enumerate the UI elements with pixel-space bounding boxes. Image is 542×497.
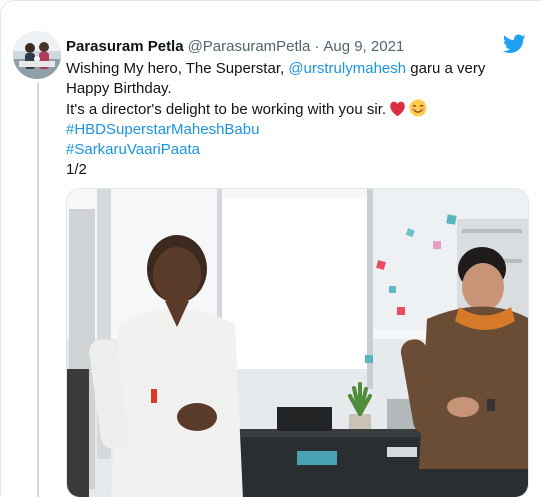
header-separator: · (314, 37, 320, 55)
tweet-date[interactable]: Aug 9, 2021 (323, 38, 404, 55)
hashtag-link-1[interactable]: #HBDSuperstarMaheshBabu (66, 120, 526, 140)
tweet-card[interactable]: Parasuram Petla @ParasuramPetla · Aug 9,… (0, 0, 542, 497)
author-display-name[interactable]: Parasuram Petla (66, 38, 184, 55)
author-handle[interactable]: @ParasuramPetla (188, 38, 311, 55)
tweet-line-3-text: It's a director's delight to be working … (66, 101, 387, 118)
tweet-line-3: It's a director's delight to be working … (66, 99, 526, 120)
tweet-line-1: Wishing My hero, The Superstar, @urstrul… (66, 59, 526, 79)
thread-count: 1/2 (66, 161, 87, 178)
twitter-bird-icon[interactable] (503, 34, 526, 54)
tweet-text-suffix: garu a very (406, 60, 486, 77)
smiling-face-emoji-icon (409, 99, 427, 117)
hashtag-link-2[interactable]: #SarkaruVaariPaata (66, 140, 526, 160)
tweet-header: Parasuram Petla @ParasuramPetla · Aug 9,… (66, 36, 404, 56)
author-avatar[interactable] (13, 31, 61, 79)
tweet-media-photo[interactable] (66, 188, 529, 497)
thread-connector-line (37, 83, 39, 497)
photo-scene (67, 189, 528, 497)
red-heart-emoji-icon (390, 101, 405, 117)
tweet-body: Wishing My hero, The Superstar, @urstrul… (66, 59, 526, 180)
mention-link[interactable]: @urstrulymahesh (288, 60, 406, 77)
tweet-line-2: Happy Birthday. (66, 80, 172, 97)
avatar-photo (13, 31, 61, 79)
tweet-text-prefix: Wishing My hero, The Superstar, (66, 60, 289, 77)
